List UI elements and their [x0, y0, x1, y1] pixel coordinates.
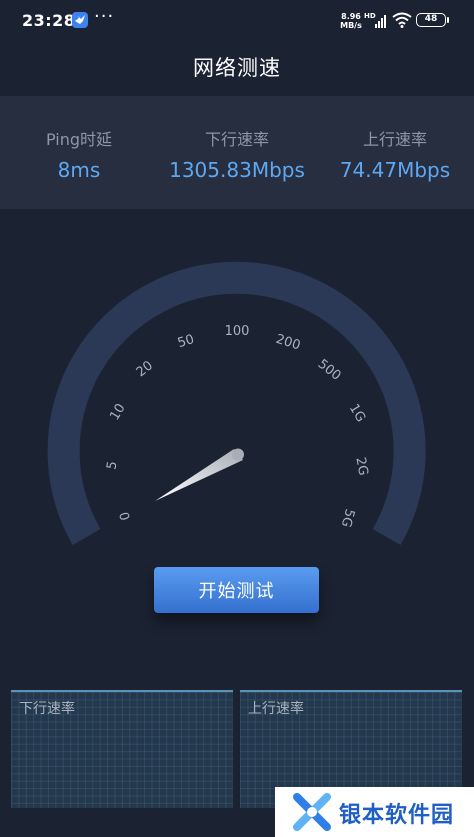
upload-label: 上行速率 — [362, 130, 427, 149]
hd-signal-icon: HD — [364, 12, 386, 28]
download-stat: 下行速率 1305.83Mbps — [158, 126, 316, 182]
status-more-icon: ··· — [94, 6, 115, 27]
gauge-tick-labels: 0 5 10 20 50 100 200 500 1G 2G 5G — [104, 324, 370, 529]
gauge-tick: 0 — [117, 510, 134, 522]
gauge-tick: 200 — [274, 332, 302, 354]
app-bird-icon — [72, 12, 88, 28]
gauge-tick: 20 — [134, 358, 156, 380]
gauge-tick: 100 — [225, 324, 250, 339]
upload-value: 74.47Mbps — [339, 158, 451, 182]
upload-graph-label: 上行速率 — [248, 701, 304, 717]
watermark-logo-icon — [293, 793, 331, 831]
gauge-tick: 2G — [352, 456, 370, 477]
wifi-icon — [392, 12, 412, 28]
download-value: 1305.83Mbps — [169, 158, 305, 182]
battery-tip — [447, 17, 449, 23]
watermark-text: 银本软件园 — [339, 803, 455, 828]
status-bar: 23:28 ··· 8.96 MB/s HD 48 — [0, 0, 474, 42]
download-label: 下行速率 — [204, 130, 269, 149]
battery-level: 48 — [424, 14, 438, 24]
gauge-needle — [155, 449, 243, 501]
page-title: 网络测速 — [193, 56, 281, 80]
gauge-tick: 5G — [338, 507, 357, 529]
speed-gauge: 0 5 10 20 50 100 200 500 1G 2G 5G — [47, 261, 426, 545]
net-speed-indicator: 8.96 MB/s — [340, 12, 362, 30]
gauge-tick: 1G — [346, 401, 368, 424]
upload-stat: 上行速率 74.47Mbps — [316, 126, 474, 182]
gauge-tick: 10 — [107, 401, 128, 423]
start-test-button[interactable]: 开始测试 — [154, 567, 319, 613]
ping-value: 8ms — [57, 158, 101, 182]
net-speed-value: 8.96 — [341, 12, 361, 21]
status-time: 23:28 — [22, 11, 76, 30]
gauge-tick: 500 — [315, 357, 344, 384]
watermark: 银本软件园 — [275, 787, 474, 837]
hd-label: HD — [364, 12, 376, 20]
gauge-tick: 50 — [176, 332, 196, 351]
ping-label: Ping时延 — [45, 130, 113, 149]
stats-panel: Ping时延 8ms 下行速率 1305.83Mbps 上行速率 74.47Mb… — [0, 96, 474, 209]
ping-stat: Ping时延 8ms — [0, 126, 158, 182]
gauge-needle-cap — [232, 448, 244, 461]
net-speed-unit: MB/s — [340, 21, 362, 30]
download-graph: 下行速率 — [11, 690, 233, 808]
download-graph-label: 下行速率 — [19, 701, 75, 717]
gauge-tick: 5 — [104, 460, 120, 471]
battery-icon: 48 — [416, 13, 446, 27]
